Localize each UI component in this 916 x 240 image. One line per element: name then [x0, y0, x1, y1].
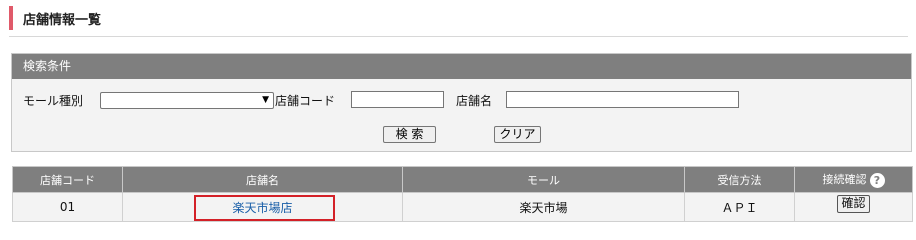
- title-accent-bar: [9, 6, 13, 30]
- search-button[interactable]: 検 索: [383, 126, 436, 143]
- store-table: 店舗コード 店舗名 モール 受信方法 接続確認? 01 楽天市場店 楽天市場 Ａ…: [12, 166, 913, 222]
- page-title: 店舗情報一覧: [23, 13, 102, 28]
- cell-mall: 楽天市場: [402, 192, 685, 222]
- chevron-down-icon: ▼: [262, 95, 269, 105]
- column-header-store-name: 店舗名: [122, 166, 403, 193]
- column-header-mall: モール: [402, 166, 685, 193]
- search-panel-header: 検索条件: [12, 54, 911, 79]
- column-header-receive-method: 受信方法: [684, 166, 795, 193]
- store-name-input[interactable]: [506, 91, 739, 108]
- mall-type-label: モール種別: [23, 94, 84, 108]
- clear-button[interactable]: クリア: [494, 126, 541, 143]
- column-header-store-code: 店舗コード: [12, 166, 123, 193]
- table-header-row: 店舗コード 店舗名 モール 受信方法 接続確認?: [12, 166, 913, 193]
- store-code-input[interactable]: [351, 91, 444, 108]
- search-panel: 検索条件 モール種別 ▼ 店舗コード 店舗名 検 索 クリア: [11, 53, 912, 152]
- confirm-button[interactable]: 確認: [837, 195, 870, 213]
- store-name-label: 店舗名: [456, 94, 493, 108]
- store-code-label: 店舗コード: [275, 94, 336, 108]
- table-row: 01 楽天市場店 楽天市場 ＡＰＩ 確認: [12, 192, 913, 222]
- connection-check-header-label: 接続確認: [822, 173, 867, 187]
- help-icon[interactable]: ?: [869, 172, 885, 188]
- cell-store-code: 01: [12, 192, 123, 222]
- highlight-box: [194, 195, 335, 221]
- cell-connection-check: 確認: [794, 192, 913, 222]
- cell-receive-method: ＡＰＩ: [684, 192, 795, 222]
- mall-type-select[interactable]: ▼: [100, 92, 274, 109]
- page-header: 店舗情報一覧: [9, 4, 908, 37]
- column-header-connection-check: 接続確認?: [794, 166, 913, 193]
